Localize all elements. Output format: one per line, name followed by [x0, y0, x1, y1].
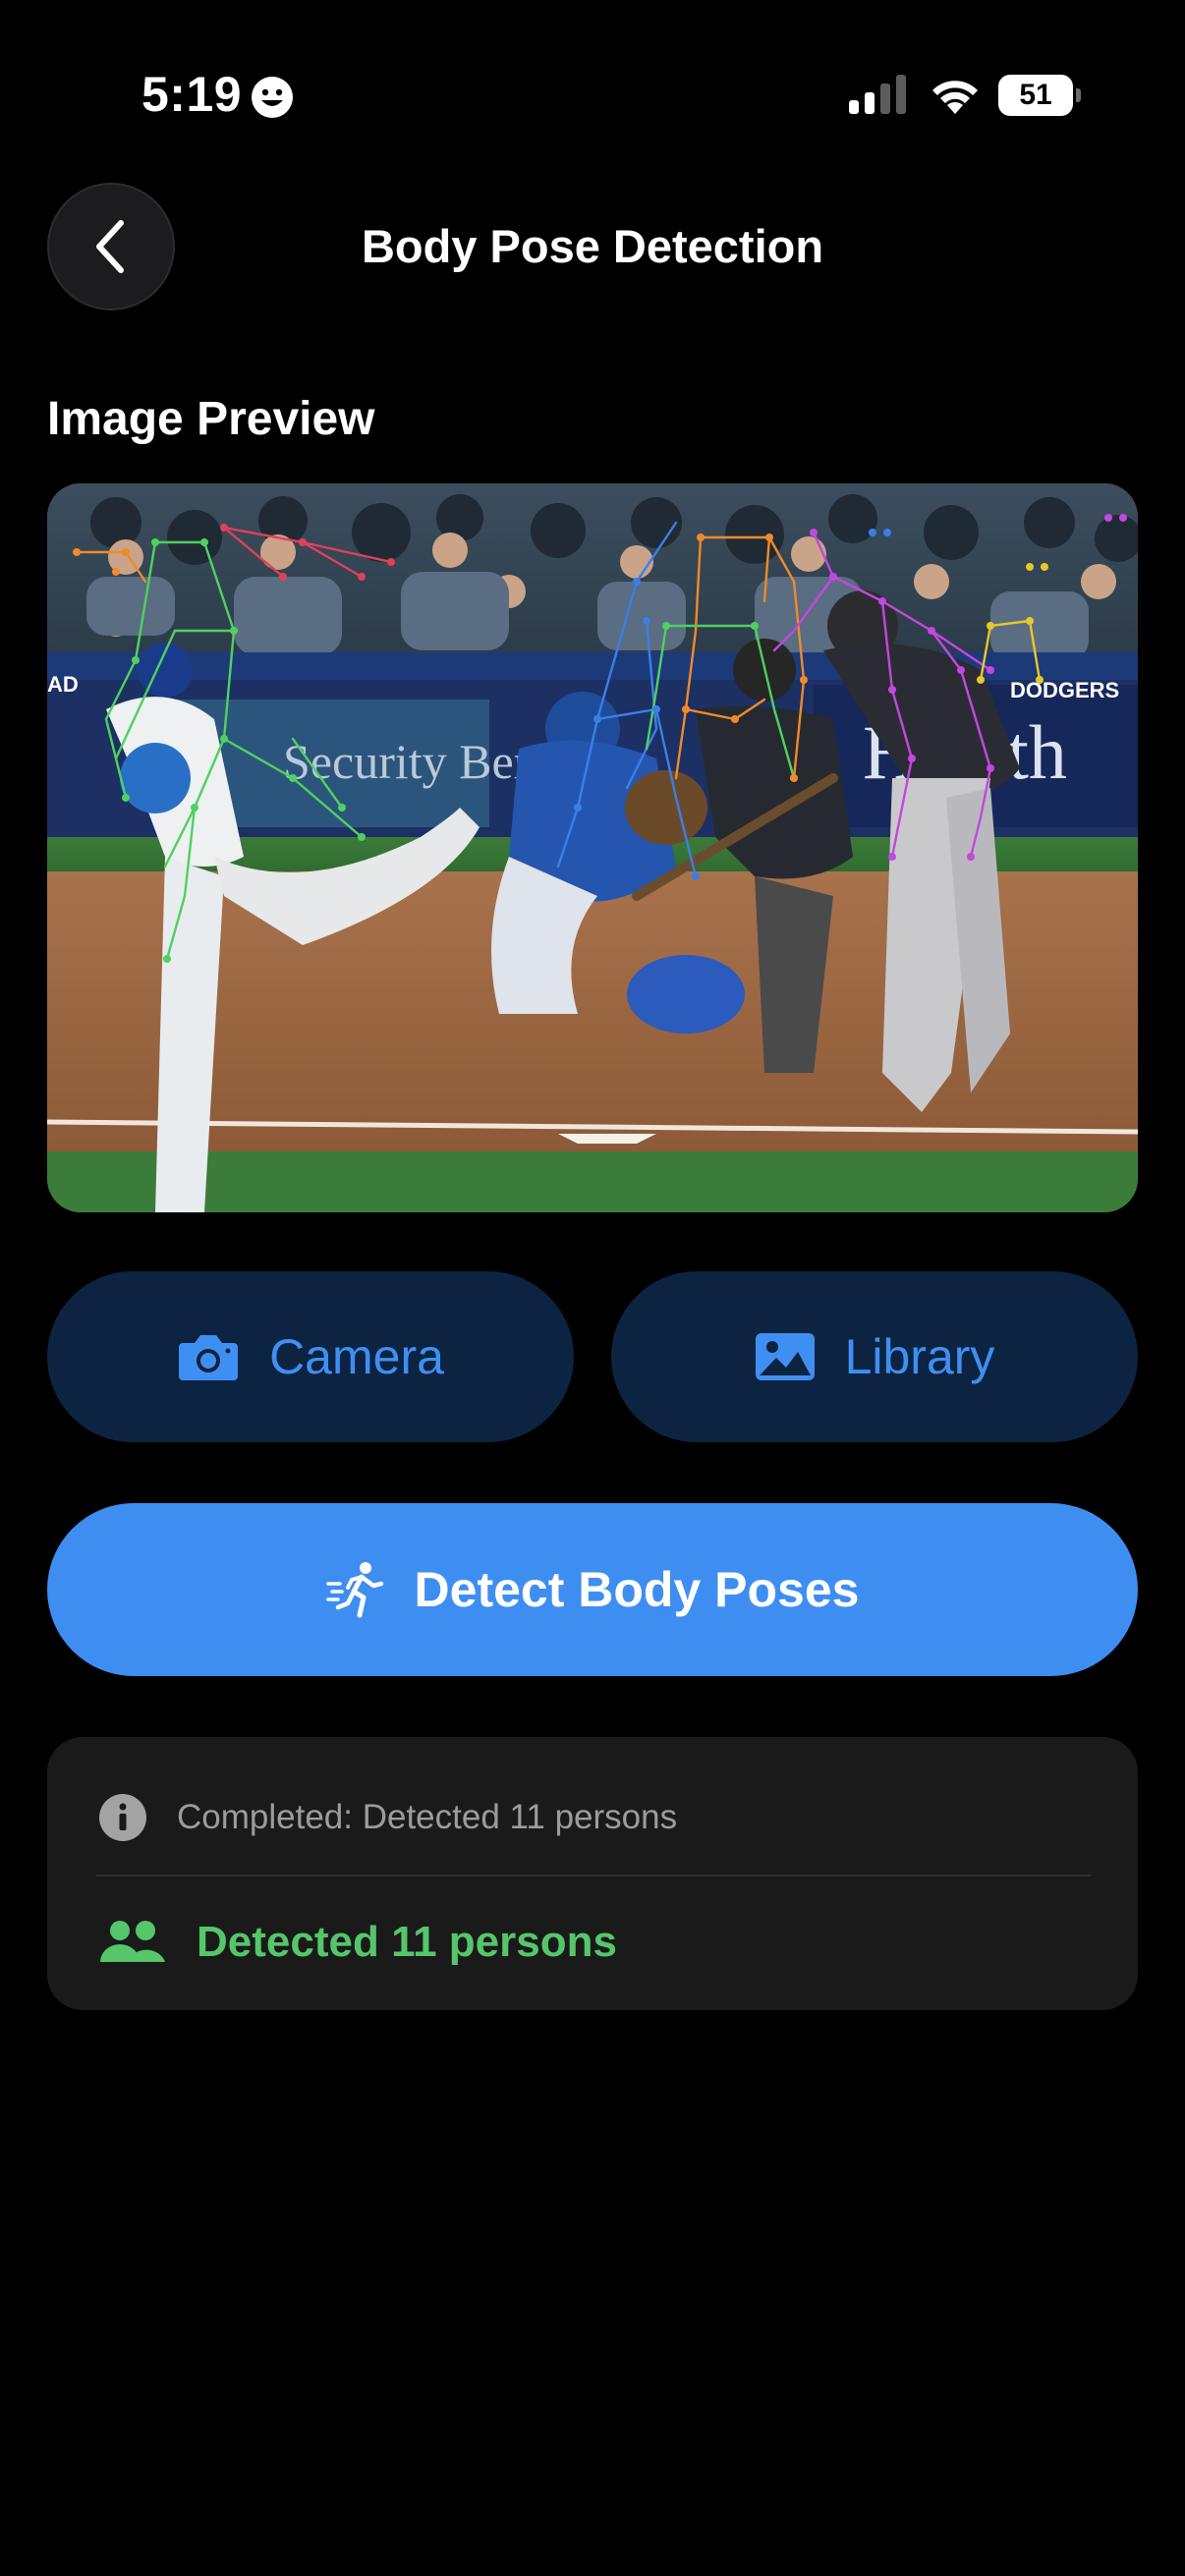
battery-indicator: 51 — [998, 75, 1081, 116]
result-card: Completed: Detected 11 persons Detected … — [47, 1737, 1138, 2010]
library-button[interactable]: Library — [611, 1271, 1138, 1442]
image-preview-title: Image Preview — [47, 393, 375, 445]
photo-icon — [755, 1333, 815, 1380]
battery-cap — [1076, 88, 1081, 102]
detection-result: Detected 11 persons — [197, 1918, 617, 1966]
pose-preview-image: Security Benefit Health AD DODGERS — [47, 483, 1138, 1212]
status-message: Completed: Detected 11 persons — [177, 1798, 678, 1836]
battery-level: 51 — [998, 75, 1073, 116]
sign-left-text: AD — [47, 672, 79, 697]
wifi-icon — [932, 81, 978, 114]
camera-icon — [179, 1335, 239, 1380]
result-row: Detected 11 persons — [98, 1908, 617, 1977]
status-bar: 5:19 51 — [0, 0, 1185, 187]
divider — [96, 1875, 1091, 1876]
camera-button[interactable]: Camera — [47, 1271, 574, 1442]
camera-button-label: Camera — [269, 1329, 444, 1384]
status-time: 5:19 — [141, 67, 243, 122]
detect-button-label: Detect Body Poses — [414, 1562, 860, 1617]
detect-body-poses-button[interactable]: Detect Body Poses — [47, 1503, 1138, 1676]
library-button-label: Library — [844, 1329, 995, 1384]
cellular-signal-icon — [849, 75, 906, 114]
focus-smiley-icon — [252, 77, 293, 118]
people-icon — [100, 1921, 165, 1962]
page-title: Body Pose Detection — [361, 220, 824, 272]
sign-right-text: DODGERS — [1010, 678, 1119, 702]
running-person-icon — [325, 1562, 383, 1618]
status-row: Completed: Detected 11 persons — [98, 1788, 677, 1847]
info-icon — [99, 1794, 146, 1841]
image-preview: Security Benefit Health AD DODGERS — [47, 483, 1138, 1212]
